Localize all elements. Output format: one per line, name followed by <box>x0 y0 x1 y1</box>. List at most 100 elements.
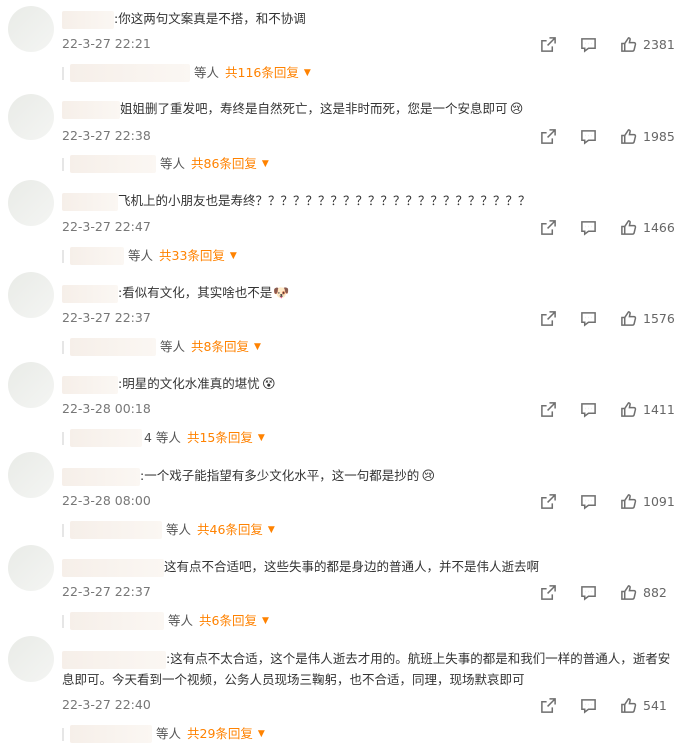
chevron-down-icon[interactable]: ▼ <box>262 610 269 632</box>
share-icon[interactable] <box>539 583 557 601</box>
comment-actions: 1985 <box>539 126 679 146</box>
share-icon[interactable] <box>539 35 557 53</box>
reply-divider <box>62 431 64 445</box>
reply-summary[interactable]: 等人 共86条回复 ▼ <box>62 153 269 175</box>
comment-icon[interactable] <box>579 218 597 236</box>
like-count: 1985 <box>643 128 675 144</box>
reply-summary[interactable]: 等人 共116条回复 ▼ <box>62 62 311 84</box>
chevron-down-icon[interactable]: ▼ <box>258 427 265 449</box>
comment-icon[interactable] <box>579 492 597 510</box>
comment-icon[interactable] <box>579 400 597 418</box>
username-redacted[interactable] <box>62 10 114 29</box>
avatar[interactable] <box>8 94 54 140</box>
reply-count-link[interactable]: 共15条回复 <box>187 427 253 449</box>
like-icon[interactable] <box>619 127 637 145</box>
comment-time: 22-3-28 08:00 <box>62 493 151 508</box>
like-icon[interactable] <box>619 492 637 510</box>
dog-emoji-icon: 🐶 <box>273 285 290 301</box>
reply-count-link[interactable]: 共86条回复 <box>191 153 257 175</box>
like-count: 1091 <box>643 493 675 509</box>
reply-count-link[interactable]: 共6条回复 <box>199 610 257 632</box>
avatar[interactable] <box>8 272 54 318</box>
comment-time: 22-3-27 22:40 <box>62 697 151 712</box>
comment-text: :一个戏子能指望有多少文化水平，这一句都是抄的 😢 <box>62 465 679 486</box>
share-icon[interactable] <box>539 696 557 714</box>
comment-text: :你这两句文案真是不搭，和不协调 <box>62 8 679 29</box>
username-redacted[interactable] <box>62 558 164 577</box>
reply-count-link[interactable]: 共29条回复 <box>187 723 253 745</box>
chevron-down-icon[interactable]: ▼ <box>254 336 261 358</box>
like-count: 1576 <box>643 310 675 326</box>
username-redacted[interactable] <box>62 650 166 669</box>
username-redacted[interactable] <box>62 375 118 394</box>
comment-icon[interactable] <box>579 696 597 714</box>
comment-icon[interactable] <box>579 583 597 601</box>
reply-users-redacted <box>70 521 162 539</box>
like-count: 541 <box>643 697 667 713</box>
reply-count-link[interactable]: 共46条回复 <box>197 519 263 541</box>
reply-users-redacted <box>70 247 124 265</box>
username-redacted[interactable] <box>62 100 120 119</box>
like-icon[interactable] <box>619 309 637 327</box>
like-count: 882 <box>643 584 667 600</box>
share-icon[interactable] <box>539 492 557 510</box>
comment-text: 姐姐删了重发吧，寿终是自然死亡，这是非时而死，您是一个安息即可 😢 <box>62 98 679 119</box>
like-count: 2381 <box>643 36 675 52</box>
comment-meta: 22-3-28 08:00 1091 <box>62 491 679 511</box>
comment-meta: 22-3-27 22:47 1466 <box>62 217 679 237</box>
share-icon[interactable] <box>539 400 557 418</box>
avatar[interactable] <box>8 6 54 52</box>
avatar[interactable] <box>8 180 54 226</box>
chevron-down-icon[interactable]: ▼ <box>262 153 269 175</box>
like-icon[interactable] <box>619 35 637 53</box>
reply-divider <box>62 523 64 537</box>
comment-actions: 882 <box>539 582 679 602</box>
reply-users-redacted <box>70 612 164 630</box>
reply-count-link[interactable]: 共33条回复 <box>159 245 225 267</box>
crying-emoji-icon: 😢 <box>509 101 524 117</box>
comment-time: 22-3-28 00:18 <box>62 401 151 416</box>
username-redacted[interactable] <box>62 284 118 303</box>
reply-users-redacted <box>70 338 156 356</box>
chevron-down-icon[interactable]: ▼ <box>230 245 237 267</box>
share-icon[interactable] <box>539 218 557 236</box>
avatar[interactable] <box>8 636 54 682</box>
reply-summary[interactable]: 等人 共46条回复 ▼ <box>62 519 275 541</box>
comment-time: 22-3-27 22:37 <box>62 584 151 599</box>
avatar[interactable] <box>8 545 54 591</box>
share-icon[interactable] <box>539 127 557 145</box>
chevron-down-icon[interactable]: ▼ <box>304 62 311 84</box>
avatar[interactable] <box>8 362 54 408</box>
like-count: 1411 <box>643 401 675 417</box>
username-redacted[interactable] <box>62 467 140 486</box>
like-icon[interactable] <box>619 696 637 714</box>
reply-count-link[interactable]: 共8条回复 <box>191 336 249 358</box>
reply-summary[interactable]: 等人 共29条回复 ▼ <box>62 723 265 745</box>
username-redacted[interactable] <box>62 192 118 211</box>
comment-meta: 22-3-27 22:40 541 <box>62 695 679 715</box>
share-icon[interactable] <box>539 309 557 327</box>
comment-text: :明星的文化水准真的堪忧 😵 <box>62 373 679 394</box>
reply-summary[interactable]: 等人 共8条回复 ▼ <box>62 336 261 358</box>
avatar[interactable] <box>8 452 54 498</box>
like-icon[interactable] <box>619 218 637 236</box>
comment-time: 22-3-27 22:37 <box>62 310 151 325</box>
reply-summary[interactable]: 等人 共6条回复 ▼ <box>62 610 269 632</box>
comment-time: 22-3-27 22:47 <box>62 219 151 234</box>
comment-meta: 22-3-27 22:21 2381 <box>62 34 679 54</box>
comment-actions: 1466 <box>539 217 679 237</box>
comment-icon[interactable] <box>579 35 597 53</box>
comment-actions: 1576 <box>539 308 679 328</box>
like-icon[interactable] <box>619 400 637 418</box>
reply-divider <box>62 340 64 354</box>
chevron-down-icon[interactable]: ▼ <box>268 519 275 541</box>
comment-meta: 22-3-27 22:38 1985 <box>62 126 679 146</box>
comment-icon[interactable] <box>579 309 597 327</box>
reply-count-link[interactable]: 共116条回复 <box>225 62 299 84</box>
reply-summary[interactable]: 4 等人 共15条回复 ▼ <box>62 427 265 449</box>
comment-icon[interactable] <box>579 127 597 145</box>
chevron-down-icon[interactable]: ▼ <box>258 723 265 745</box>
like-icon[interactable] <box>619 583 637 601</box>
reply-summary[interactable]: 等人 共33条回复 ▼ <box>62 245 237 267</box>
comment-meta: 22-3-28 00:18 1411 <box>62 399 679 419</box>
